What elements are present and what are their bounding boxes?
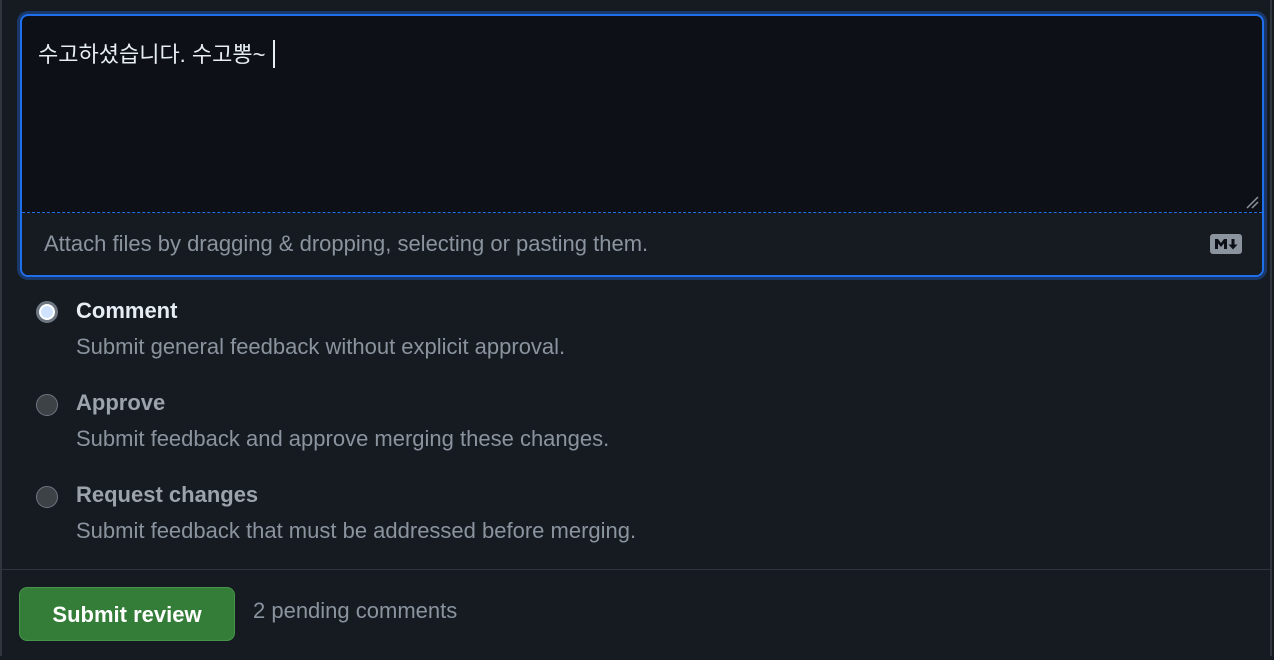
attach-hint: Attach files by dragging & dropping, sel… <box>44 231 649 256</box>
approve-radio[interactable] <box>36 394 58 416</box>
text-caret <box>273 40 275 68</box>
comment-text: 수고하셨습니다. 수고뽕~ <box>38 42 266 67</box>
review-footer: Submit review 2 pending comments <box>2 569 1270 657</box>
option-description: Submit feedback and approve merging thes… <box>76 426 610 451</box>
option-description: Submit feedback that must be addressed b… <box>76 518 637 543</box>
comment-radio[interactable] <box>36 301 58 323</box>
option-title: Request changes <box>76 482 259 507</box>
pending-comments-count: 2 pending comments <box>253 598 458 623</box>
option-description: Submit general feedback without explicit… <box>76 334 566 359</box>
option-title: Comment <box>76 298 178 323</box>
attach-files-bar[interactable]: Attach files by dragging & dropping, sel… <box>22 213 1262 275</box>
markdown-icon[interactable] <box>1210 234 1242 254</box>
comment-textarea[interactable]: 수고하셨습니다. 수고뽕~ <box>22 16 1262 213</box>
resize-grip-icon[interactable] <box>1245 195 1259 209</box>
submit-review-button[interactable]: Submit review <box>19 587 235 641</box>
option-title: Approve <box>76 390 166 415</box>
request-changes-radio[interactable] <box>36 486 58 508</box>
review-panel: 수고하셨습니다. 수고뽕~ Attach files by dragging &… <box>0 0 1272 657</box>
comment-editor[interactable]: 수고하셨습니다. 수고뽕~ Attach files by dragging &… <box>20 14 1264 277</box>
